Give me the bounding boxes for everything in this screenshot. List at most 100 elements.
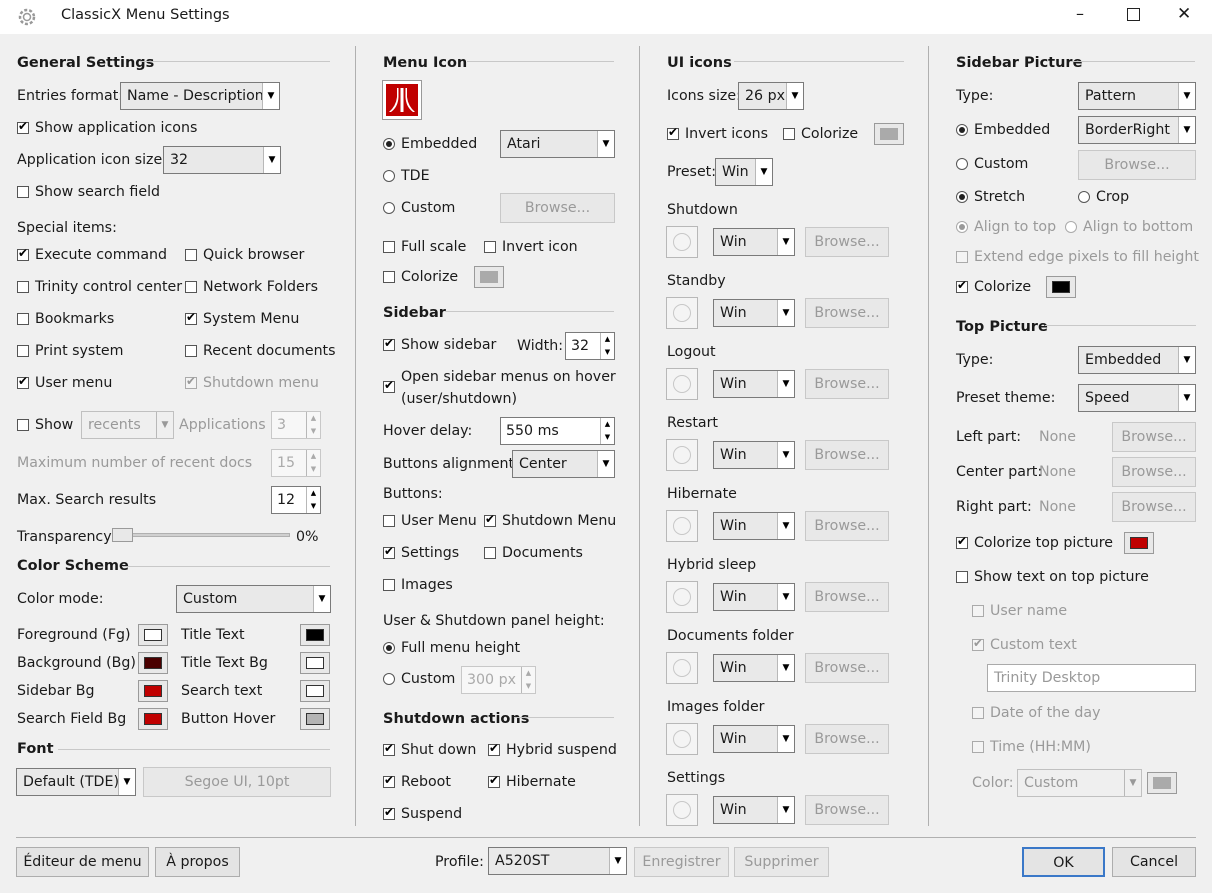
search-text-color-button[interactable]: [300, 680, 330, 702]
ui-icon-standby-combo[interactable]: Win ▼: [713, 299, 795, 327]
ui-icon-logout-combo[interactable]: Win ▼: [713, 370, 795, 398]
ui-icon-settings-preview[interactable]: [666, 794, 698, 826]
ui-icons-colorize-checkbox[interactable]: [783, 128, 795, 140]
ui-icon-settings-combo[interactable]: Win ▼: [713, 796, 795, 824]
hibernate-checkbox[interactable]: [488, 773, 500, 788]
stretch-radio[interactable]: [956, 191, 968, 203]
menu-editor-button[interactable]: Éditeur de menu: [16, 847, 149, 877]
sidebar-width-spinbox[interactable]: 32 ▲ ▼: [565, 332, 615, 360]
ui-icon-documents-folder-preview[interactable]: [666, 652, 698, 684]
align-bottom-radio[interactable]: [1065, 221, 1077, 233]
ui-icon-settings-browse-button[interactable]: Browse...: [805, 795, 889, 825]
ui-icon-logout-preview[interactable]: [666, 368, 698, 400]
cancel-button[interactable]: Cancel: [1112, 847, 1196, 877]
ok-button[interactable]: OK: [1022, 847, 1105, 877]
show-recents-checkbox[interactable]: [17, 419, 29, 431]
icons-size-combo[interactable]: 26 px ▼: [738, 82, 804, 110]
ui-icon-images-folder-preview[interactable]: [666, 723, 698, 755]
menu-icon-embedded-combo[interactable]: Atari ▼: [500, 130, 615, 158]
sidebar-picture-type-combo[interactable]: Pattern ▼: [1078, 82, 1196, 110]
sidebar-settings-checkbox[interactable]: [383, 544, 395, 559]
sidebar-picture-custom-radio[interactable]: [956, 158, 968, 170]
sidebar-picture-embedded-radio[interactable]: [956, 124, 968, 136]
font-button[interactable]: Segoe UI, 10pt: [143, 767, 331, 797]
ui-icon-images-folder-combo[interactable]: Win ▼: [713, 725, 795, 753]
system-menu-checkbox[interactable]: [185, 310, 197, 325]
minimize-icon[interactable]: –: [1076, 4, 1084, 23]
quick-browser-checkbox[interactable]: [185, 249, 197, 261]
time-checkbox[interactable]: [972, 741, 984, 753]
search-field-bg-color-button[interactable]: [138, 708, 168, 730]
text-color-button[interactable]: [1147, 772, 1177, 794]
sidebar-documents-checkbox[interactable]: [484, 547, 496, 559]
invert-icon-checkbox[interactable]: [484, 241, 496, 253]
show-text-top-checkbox[interactable]: [956, 571, 968, 583]
crop-radio[interactable]: [1078, 191, 1090, 203]
full-scale-checkbox[interactable]: [383, 241, 395, 253]
menu-icon-preview[interactable]: [382, 80, 422, 120]
ui-icon-restart-browse-button[interactable]: Browse...: [805, 440, 889, 470]
hybrid-suspend-checkbox[interactable]: [488, 741, 500, 756]
execute-command-checkbox[interactable]: [17, 246, 29, 261]
transparency-slider-handle[interactable]: [112, 528, 133, 542]
show-sidebar-checkbox[interactable]: [383, 336, 395, 351]
ui-icon-shutdown-combo[interactable]: Win ▼: [713, 228, 795, 256]
hover-delay-spinbox[interactable]: 550 ms ▲ ▼: [500, 417, 615, 445]
top-picture-type-combo[interactable]: Embedded ▼: [1078, 346, 1196, 374]
sidebar-picture-colorize-color-button[interactable]: [1046, 276, 1076, 298]
delete-profile-button[interactable]: Supprimer: [734, 847, 829, 877]
ui-icon-standby-preview[interactable]: [666, 297, 698, 329]
print-system-checkbox[interactable]: [17, 345, 29, 357]
ui-icon-hibernate-combo[interactable]: Win ▼: [713, 512, 795, 540]
sidebar-shutdown-menu-checkbox[interactable]: [484, 512, 496, 527]
profile-combo[interactable]: A520ST ▼: [488, 847, 627, 875]
panel-height-custom-radio[interactable]: [383, 673, 395, 685]
full-menu-height-radio[interactable]: [383, 642, 395, 654]
user-menu-checkbox[interactable]: [17, 374, 29, 389]
app-icon-size-combo[interactable]: 32 ▼: [163, 146, 281, 174]
preset-combo[interactable]: Win ▼: [715, 158, 773, 186]
ui-icon-restart-preview[interactable]: [666, 439, 698, 471]
menu-icon-browse-button[interactable]: Browse...: [500, 193, 615, 223]
center-part-browse-button[interactable]: Browse...: [1112, 457, 1196, 487]
ui-icon-logout-browse-button[interactable]: Browse...: [805, 369, 889, 399]
sidebar-images-checkbox[interactable]: [383, 579, 395, 591]
save-profile-button[interactable]: Enregistrer: [634, 847, 729, 877]
trinity-cc-checkbox[interactable]: [17, 281, 29, 293]
sidebar-picture-colorize-checkbox[interactable]: [956, 278, 968, 293]
reboot-checkbox[interactable]: [383, 773, 395, 788]
menu-icon-colorize-checkbox[interactable]: [383, 271, 395, 283]
user-name-checkbox[interactable]: [972, 605, 984, 617]
about-button[interactable]: À propos: [155, 847, 240, 877]
ui-icon-images-folder-browse-button[interactable]: Browse...: [805, 724, 889, 754]
ui-icon-shutdown-browse-button[interactable]: Browse...: [805, 227, 889, 257]
align-top-radio[interactable]: [956, 221, 968, 233]
ui-icon-hibernate-browse-button[interactable]: Browse...: [805, 511, 889, 541]
show-app-icons-checkbox[interactable]: [17, 119, 29, 134]
menu-icon-tde-radio[interactable]: [383, 170, 395, 182]
close-icon[interactable]: ✕: [1177, 4, 1191, 24]
preset-theme-combo[interactable]: Speed ▼: [1078, 384, 1196, 412]
title-text-bg-color-button[interactable]: [300, 652, 330, 674]
open-on-hover-checkbox[interactable]: [383, 378, 395, 393]
ui-icon-shutdown-preview[interactable]: [666, 226, 698, 258]
recent-documents-checkbox[interactable]: [185, 345, 197, 357]
ui-icon-hybrid-sleep-preview[interactable]: [666, 581, 698, 613]
bookmarks-checkbox[interactable]: [17, 313, 29, 325]
ui-icon-documents-folder-combo[interactable]: Win ▼: [713, 654, 795, 682]
menu-icon-embedded-radio[interactable]: [383, 138, 395, 150]
applications-spinbox[interactable]: 3 ▲ ▼: [271, 411, 321, 439]
custom-text-input[interactable]: Trinity Desktop: [987, 664, 1196, 692]
ui-icon-hibernate-preview[interactable]: [666, 510, 698, 542]
date-of-day-checkbox[interactable]: [972, 707, 984, 719]
shut-down-checkbox[interactable]: [383, 741, 395, 756]
shutdown-menu-checkbox[interactable]: [185, 374, 197, 389]
colorize-top-color-button[interactable]: [1124, 532, 1154, 554]
recents-combo[interactable]: recents ▼: [81, 411, 174, 439]
ui-icon-hybrid-sleep-browse-button[interactable]: Browse...: [805, 582, 889, 612]
suspend-checkbox[interactable]: [383, 805, 395, 820]
menu-icon-colorize-color-button[interactable]: [474, 266, 504, 288]
ui-icon-hybrid-sleep-combo[interactable]: Win ▼: [713, 583, 795, 611]
sidebar-bg-color-button[interactable]: [138, 680, 168, 702]
ui-icon-documents-folder-browse-button[interactable]: Browse...: [805, 653, 889, 683]
